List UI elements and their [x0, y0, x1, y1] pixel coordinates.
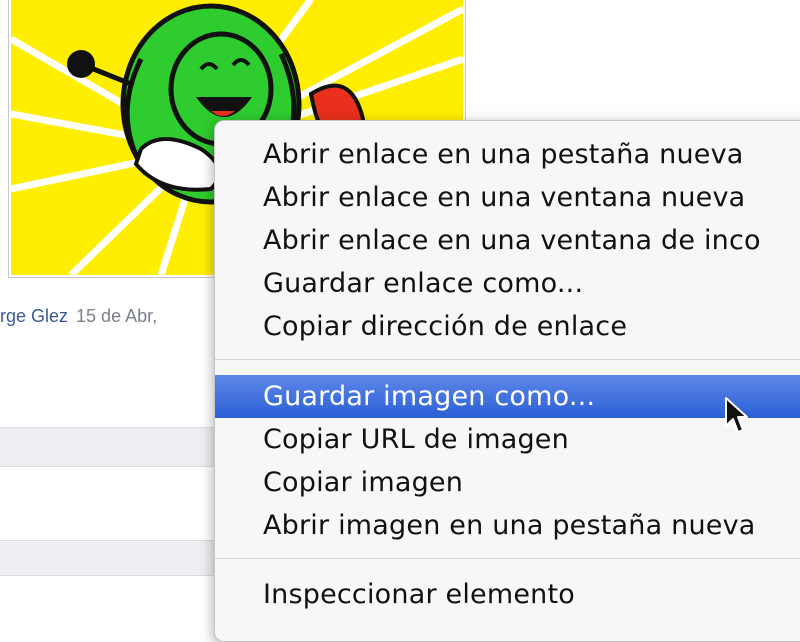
feed-divider	[0, 540, 216, 576]
post-date[interactable]: 15 de Abr,	[76, 306, 157, 326]
mouse-pointer-icon	[725, 397, 748, 433]
feed-divider	[0, 427, 216, 467]
author-link[interactable]: rge Glez	[0, 306, 68, 326]
context-menu: Abrir enlace en una pestaña nueva Abrir …	[214, 120, 800, 642]
menu-item-open-link-incognito[interactable]: Abrir enlace en una ventana de inco	[215, 219, 800, 262]
menu-item-copy-image-url[interactable]: Copiar URL de imagen	[215, 418, 800, 461]
menu-item-save-image-as[interactable]: Guardar imagen como...	[215, 375, 800, 418]
menu-item-inspect-element[interactable]: Inspeccionar elemento	[215, 573, 800, 616]
menu-item-save-link-as[interactable]: Guardar enlace como...	[215, 262, 800, 305]
menu-item-open-image-new-tab[interactable]: Abrir imagen en una pestaña nueva	[215, 504, 800, 547]
menu-item-copy-link-address[interactable]: Copiar dirección de enlace	[215, 305, 800, 348]
post-byline: rge Glez 15 de Abr,	[0, 306, 157, 327]
menu-separator	[215, 359, 800, 360]
menu-item-open-link-new-tab[interactable]: Abrir enlace en una pestaña nueva	[215, 133, 800, 176]
menu-item-open-link-new-window[interactable]: Abrir enlace en una ventana nueva	[215, 176, 800, 219]
menu-item-copy-image[interactable]: Copiar imagen	[215, 461, 800, 504]
menu-separator	[215, 558, 800, 559]
